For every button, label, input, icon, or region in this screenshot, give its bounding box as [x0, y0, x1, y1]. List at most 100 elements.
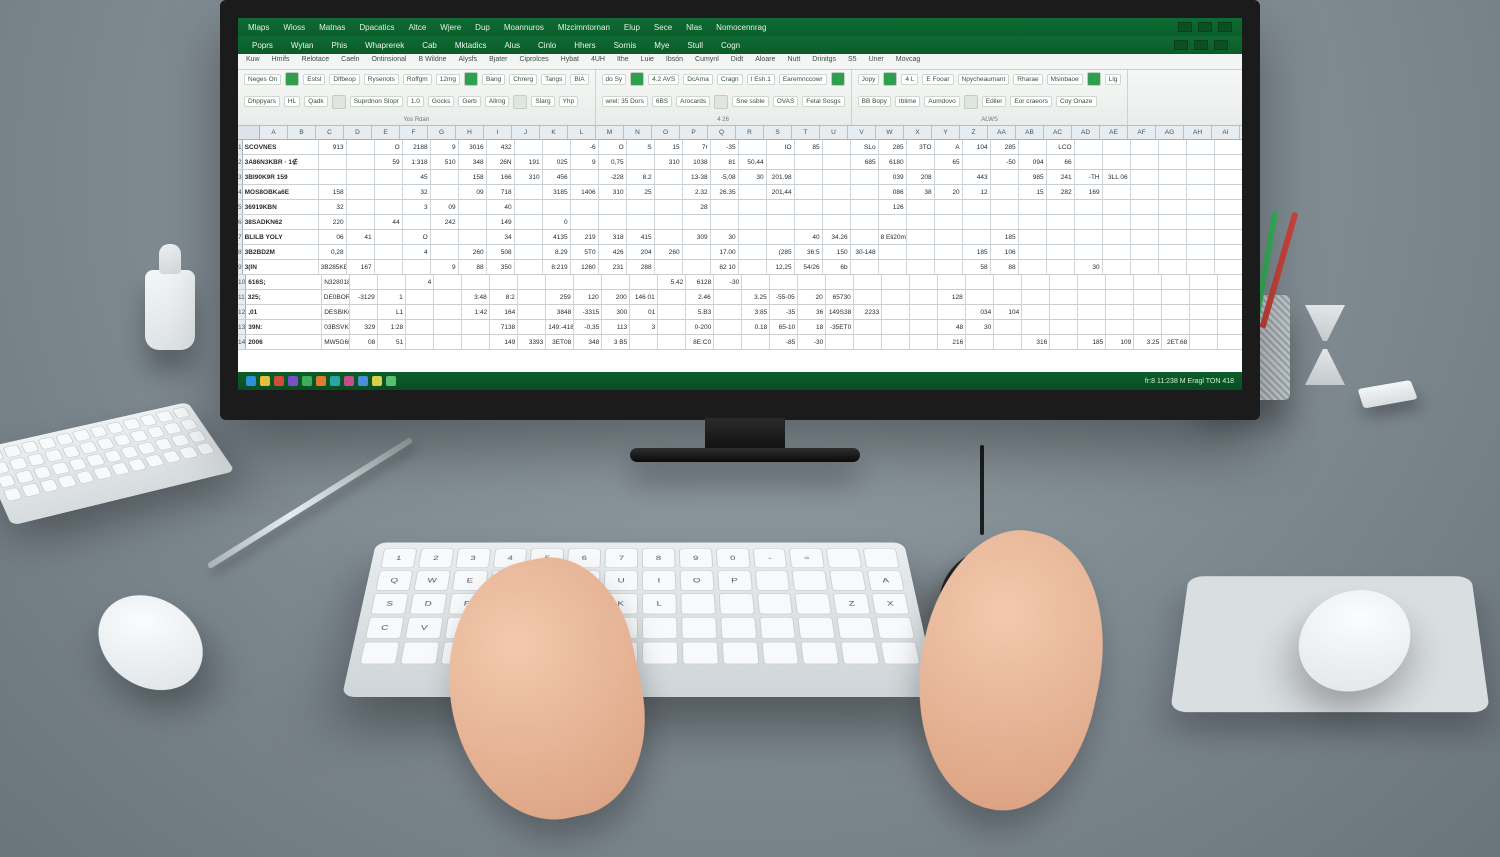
cell[interactable]: 32	[403, 185, 431, 199]
cell[interactable]	[515, 140, 543, 154]
cell[interactable]	[1131, 260, 1159, 274]
cell[interactable]: 01	[630, 305, 658, 319]
cell[interactable]: 169	[1075, 185, 1103, 199]
ribbon-tab[interactable]: Didt	[731, 56, 743, 67]
cell[interactable]	[347, 170, 375, 184]
cell[interactable]: 166	[487, 170, 515, 184]
cell[interactable]: 310	[599, 185, 627, 199]
titlebar-item[interactable]: Mlaps	[248, 23, 269, 32]
cell[interactable]	[767, 230, 795, 244]
cell[interactable]	[795, 185, 823, 199]
cell[interactable]: 34.26	[823, 230, 851, 244]
column-header[interactable]: J	[512, 126, 540, 139]
cell[interactable]	[518, 305, 546, 319]
column-header[interactable]: T	[792, 126, 820, 139]
cell[interactable]	[1103, 245, 1131, 259]
column-header[interactable]: M	[596, 126, 624, 139]
cell[interactable]: 150	[823, 245, 851, 259]
cell[interactable]	[1190, 335, 1218, 349]
cell[interactable]: 158	[319, 185, 347, 199]
close-button[interactable]	[1218, 22, 1232, 32]
cell[interactable]: 3B285KBK	[319, 260, 347, 274]
cell[interactable]	[658, 305, 686, 319]
cell[interactable]: 158	[459, 170, 487, 184]
cell[interactable]	[406, 320, 434, 334]
tray-app-icon[interactable]	[372, 376, 382, 386]
ribbon-button[interactable]: Allrng	[485, 96, 510, 107]
ribbon-button[interactable]: Gerb	[458, 96, 480, 107]
cell[interactable]: LCO	[1047, 140, 1075, 154]
row-header[interactable]: 12	[238, 305, 246, 319]
cell[interactable]: -228	[599, 170, 627, 184]
cell[interactable]	[655, 200, 683, 214]
menu-item[interactable]: Cinlo	[538, 41, 556, 50]
cell[interactable]	[882, 320, 910, 334]
cell[interactable]: 316	[1022, 335, 1050, 349]
cell[interactable]	[1159, 185, 1187, 199]
cell[interactable]: 81	[711, 155, 739, 169]
cell[interactable]: -85	[770, 335, 798, 349]
titlebar-item[interactable]: Elup	[624, 23, 640, 32]
cell[interactable]	[406, 335, 434, 349]
cell[interactable]	[1159, 200, 1187, 214]
ribbon-button[interactable]: Bang	[482, 74, 505, 85]
cell[interactable]	[518, 290, 546, 304]
cell[interactable]	[1159, 245, 1187, 259]
cell[interactable]: 231	[599, 260, 627, 274]
cell[interactable]: 318	[599, 230, 627, 244]
ribbon-icon[interactable]	[464, 72, 478, 86]
cell[interactable]: 348	[459, 155, 487, 169]
cell[interactable]: 5.42	[658, 275, 686, 289]
ribbon-tab[interactable]: Bjater	[489, 56, 507, 67]
ribbon-icon[interactable]	[831, 72, 845, 86]
cell[interactable]	[907, 260, 935, 274]
cell[interactable]: O	[599, 140, 627, 154]
cell[interactable]	[742, 335, 770, 349]
ribbon-button[interactable]: wrel: 35 Dors	[602, 96, 648, 107]
cell[interactable]	[1190, 320, 1218, 334]
cell[interactable]: 18	[798, 320, 826, 334]
cell[interactable]	[1131, 245, 1159, 259]
cell[interactable]	[795, 170, 823, 184]
row-label-cell[interactable]: ,01	[246, 305, 322, 319]
menu-item[interactable]: Phis	[332, 41, 348, 50]
cell[interactable]: 3.25	[742, 290, 770, 304]
cell[interactable]	[1022, 305, 1050, 319]
ribbon-button[interactable]: 6BS	[652, 96, 672, 107]
row-label-cell[interactable]: 36919KBN	[243, 200, 319, 214]
cell[interactable]	[1218, 320, 1242, 334]
cell[interactable]	[1047, 260, 1075, 274]
ribbon-tab[interactable]: Hmifs	[272, 56, 290, 67]
ribbon-button[interactable]: Chrerg	[509, 74, 537, 85]
cell[interactable]: 3:85	[742, 305, 770, 319]
menu-item[interactable]: Cab	[422, 41, 437, 50]
ribbon-button[interactable]: Dhppyars	[244, 96, 280, 107]
cell[interactable]	[1131, 200, 1159, 214]
cell[interactable]: 104	[994, 305, 1022, 319]
cell[interactable]: S	[627, 140, 655, 154]
cell[interactable]	[431, 185, 459, 199]
minimize-button[interactable]	[1178, 22, 1192, 32]
cell[interactable]	[655, 230, 683, 244]
row-header[interactable]: 10	[238, 275, 246, 289]
cell[interactable]: -0,35	[574, 320, 602, 334]
cell[interactable]	[1075, 140, 1103, 154]
column-header[interactable]: U	[820, 126, 848, 139]
cell[interactable]: 348	[574, 335, 602, 349]
cell[interactable]	[907, 245, 935, 259]
cell[interactable]	[434, 320, 462, 334]
cell[interactable]: 191	[515, 155, 543, 169]
menu-item[interactable]: Sornis	[614, 41, 637, 50]
cell[interactable]: 40	[795, 230, 823, 244]
cell[interactable]	[490, 275, 518, 289]
cell[interactable]	[963, 200, 991, 214]
cell[interactable]: 2.32	[683, 185, 711, 199]
cell[interactable]: 30	[1075, 260, 1103, 274]
cell[interactable]: 086	[879, 185, 907, 199]
cell[interactable]	[851, 185, 879, 199]
cell[interactable]: 54/26	[795, 260, 823, 274]
cell[interactable]	[543, 140, 571, 154]
ribbon-icon[interactable]	[285, 72, 299, 86]
cell[interactable]: 3ET08	[546, 335, 574, 349]
cell[interactable]: 50,44	[739, 155, 767, 169]
